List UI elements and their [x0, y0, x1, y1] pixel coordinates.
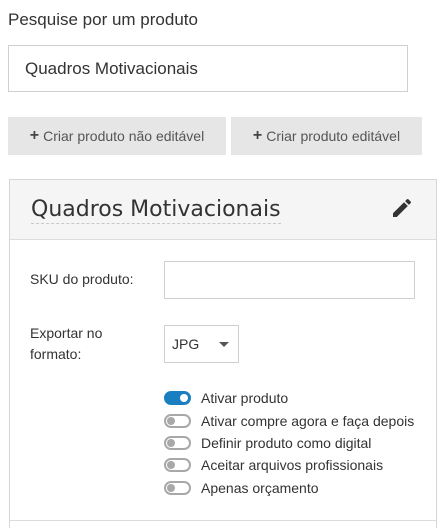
toggle-label: Ativar produto: [201, 390, 289, 406]
pencil-icon[interactable]: [390, 196, 414, 220]
plus-icon: +: [29, 127, 40, 144]
panel-divider: [10, 520, 436, 521]
toggle-buy-now-pay-later[interactable]: Ativar compre agora e faça depois: [164, 411, 414, 431]
search-label: Pesquise por um produto: [8, 10, 198, 29]
product-search-input[interactable]: [8, 45, 408, 92]
product-panel-header: Quadros Motivacionais: [10, 180, 436, 240]
toggle-switch-on-icon[interactable]: [164, 391, 191, 405]
create-non-editable-product-button[interactable]: + Criar produto não editável: [8, 117, 226, 155]
toggle-switch-off-icon[interactable]: [164, 458, 191, 472]
toggle-label: Definir produto como digital: [201, 435, 372, 451]
toggle-quote-only[interactable]: Apenas orçamento: [164, 478, 319, 498]
toggle-professional-files[interactable]: Aceitar arquivos profissionais: [164, 455, 383, 475]
sku-input[interactable]: [164, 261, 415, 299]
sku-label: SKU do produto:: [30, 271, 134, 287]
product-title[interactable]: Quadros Motivacionais: [31, 197, 281, 224]
create-non-editable-label: Criar produto não editável: [43, 128, 205, 144]
product-panel: Quadros Motivacionais SKU do produto: Ex…: [9, 179, 437, 528]
create-editable-label: Criar produto editável: [266, 128, 401, 144]
toggle-switch-off-icon[interactable]: [164, 436, 191, 450]
toggle-label: Aceitar arquivos profissionais: [201, 457, 384, 473]
caret-down-icon: [219, 342, 229, 347]
export-format-label: Exportar no formato:: [30, 325, 103, 362]
export-format-select[interactable]: JPG: [164, 325, 239, 363]
toggle-switch-off-icon[interactable]: [164, 481, 191, 495]
toggle-activate-product[interactable]: Ativar produto: [164, 388, 288, 408]
export-format-value: JPG: [172, 336, 200, 352]
create-editable-product-button[interactable]: + Criar produto editável: [231, 117, 422, 155]
toggle-switch-off-icon[interactable]: [164, 414, 191, 428]
toggle-label: Apenas orçamento: [201, 480, 319, 496]
toggle-label: Ativar compre agora e faça depois: [201, 413, 415, 429]
plus-icon: +: [252, 127, 263, 144]
toggle-digital-product[interactable]: Definir produto como digital: [164, 433, 371, 453]
